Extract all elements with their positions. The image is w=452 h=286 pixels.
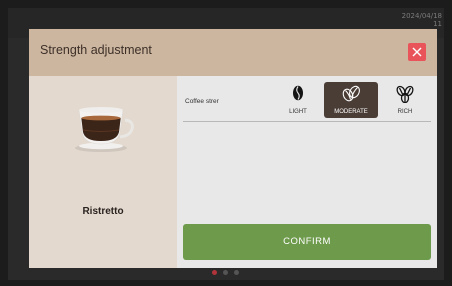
product-panel: Ristretto xyxy=(29,76,177,268)
strength-option-label: LIGHT xyxy=(289,109,307,115)
pagination-dots xyxy=(212,270,239,275)
strength-panel: Coffee strer LIGHT MODERATE RICH CONFIRM xyxy=(177,76,437,268)
strength-dialog: Strength adjustment Ristretto Coffee str… xyxy=(29,29,437,268)
single-bean-icon xyxy=(293,85,303,101)
strength-option-light[interactable]: LIGHT xyxy=(280,82,316,118)
strength-option-label: RICH xyxy=(397,109,413,115)
status-datetime: 2024/04/18 11 xyxy=(402,12,442,28)
strength-option-rich[interactable]: RICH xyxy=(387,82,423,118)
close-button[interactable] xyxy=(408,43,426,61)
close-icon xyxy=(412,47,422,57)
page-dot-3 xyxy=(234,270,239,275)
confirm-button[interactable]: CONFIRM xyxy=(183,224,431,260)
page-dot-1 xyxy=(212,270,217,275)
dialog-title: Strength adjustment xyxy=(40,43,152,57)
dialog-header: Strength adjustment xyxy=(29,29,437,76)
status-time: 11 xyxy=(433,20,442,28)
three-beans-icon xyxy=(396,85,414,103)
strength-label: Coffee strer xyxy=(185,98,219,105)
product-name: Ristretto xyxy=(82,206,124,217)
strength-option-moderate[interactable]: MODERATE xyxy=(324,82,378,118)
strength-option-label: MODERATE xyxy=(334,109,368,115)
page-dot-2 xyxy=(223,270,228,275)
two-beans-icon xyxy=(342,85,360,102)
status-date: 2024/04/18 xyxy=(401,12,442,20)
divider xyxy=(183,121,431,122)
espresso-cup-icon xyxy=(75,107,134,152)
